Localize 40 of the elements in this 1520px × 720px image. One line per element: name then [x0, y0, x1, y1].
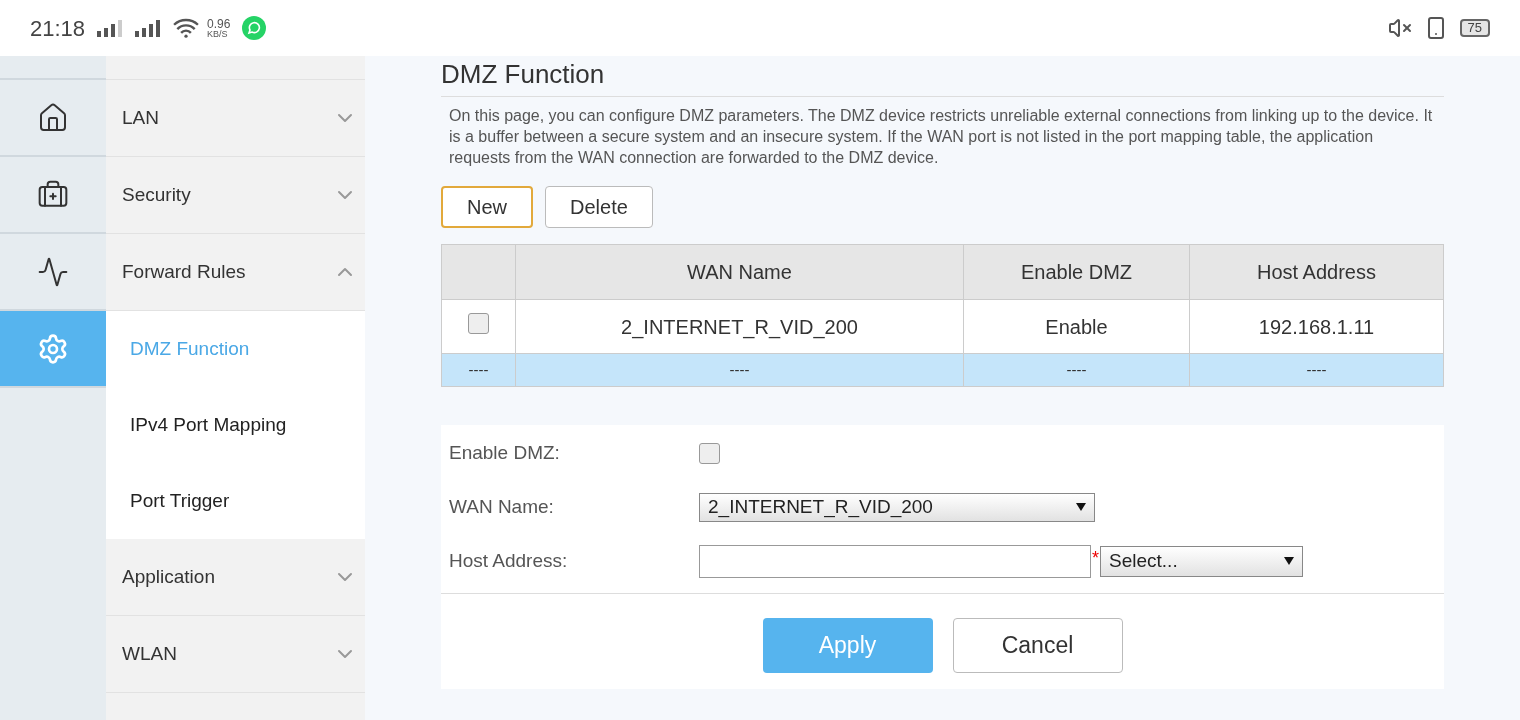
table-cell: ---- — [515, 353, 964, 387]
table-cell: ---- — [1189, 353, 1444, 387]
dropdown-arrow-icon — [1076, 503, 1086, 511]
toolbar-button[interactable]: New — [441, 186, 533, 228]
field-label: Enable DMZ: — [449, 440, 561, 465]
select-field[interactable]: Select... — [1100, 545, 1303, 577]
table-cell: ---- — [441, 353, 516, 387]
table-cell: Enable — [963, 299, 1190, 354]
signal-icon — [97, 19, 124, 37]
wifi-icon — [173, 18, 200, 38]
column-header: WAN Name — [515, 244, 964, 300]
select-field[interactable]: 2_INTERNET_R_VID_200 — [699, 492, 1095, 522]
checkbox[interactable] — [699, 442, 720, 464]
pulse-icon — [37, 255, 69, 288]
toolbar-button[interactable]: Delete — [545, 186, 653, 228]
field-label: Host Address: — [449, 548, 569, 573]
clock: 21:18 — [30, 14, 86, 43]
input-field[interactable] — [699, 544, 1091, 578]
checkbox[interactable] — [468, 312, 489, 334]
submenu-item[interactable]: Port Trigger — [106, 463, 365, 539]
table-cell: 192.168.1.11 — [1189, 299, 1444, 354]
home-icon — [37, 101, 69, 134]
page-title: DMZ Function — [441, 58, 606, 90]
column-header: Enable DMZ — [963, 244, 1190, 300]
gear-icon — [37, 332, 69, 365]
submenu-item[interactable]: IPv4 Port Mapping — [106, 387, 365, 463]
network-speed-unit: KB/S — [207, 29, 229, 39]
required-mark: * — [1092, 547, 1099, 570]
dropdown-arrow-icon — [1284, 557, 1294, 565]
battery-indicator: 75 — [1459, 19, 1490, 37]
action-button[interactable]: Cancel — [952, 618, 1123, 673]
chat-app-icon — [242, 16, 267, 40]
table-cell: ---- — [963, 353, 1190, 387]
network-speed: 0.96 — [207, 17, 231, 30]
column-header: Host Address — [1189, 244, 1444, 300]
signal-icon — [135, 19, 162, 37]
mute-icon — [1387, 16, 1412, 40]
field-label: WAN Name: — [449, 494, 555, 519]
page-description: On this page, you can configure DMZ parameters. The DMZ device restricts unreliable external connections from linking up to the device. It is a buffer between a secure system and an insecure system. If the WAN port is not listed in the port mapping table, the application requests from the WAN connection are forwarded to the DMZ device. — [449, 106, 1434, 168]
table-cell: 2_INTERNET_R_VID_200 — [515, 299, 964, 354]
